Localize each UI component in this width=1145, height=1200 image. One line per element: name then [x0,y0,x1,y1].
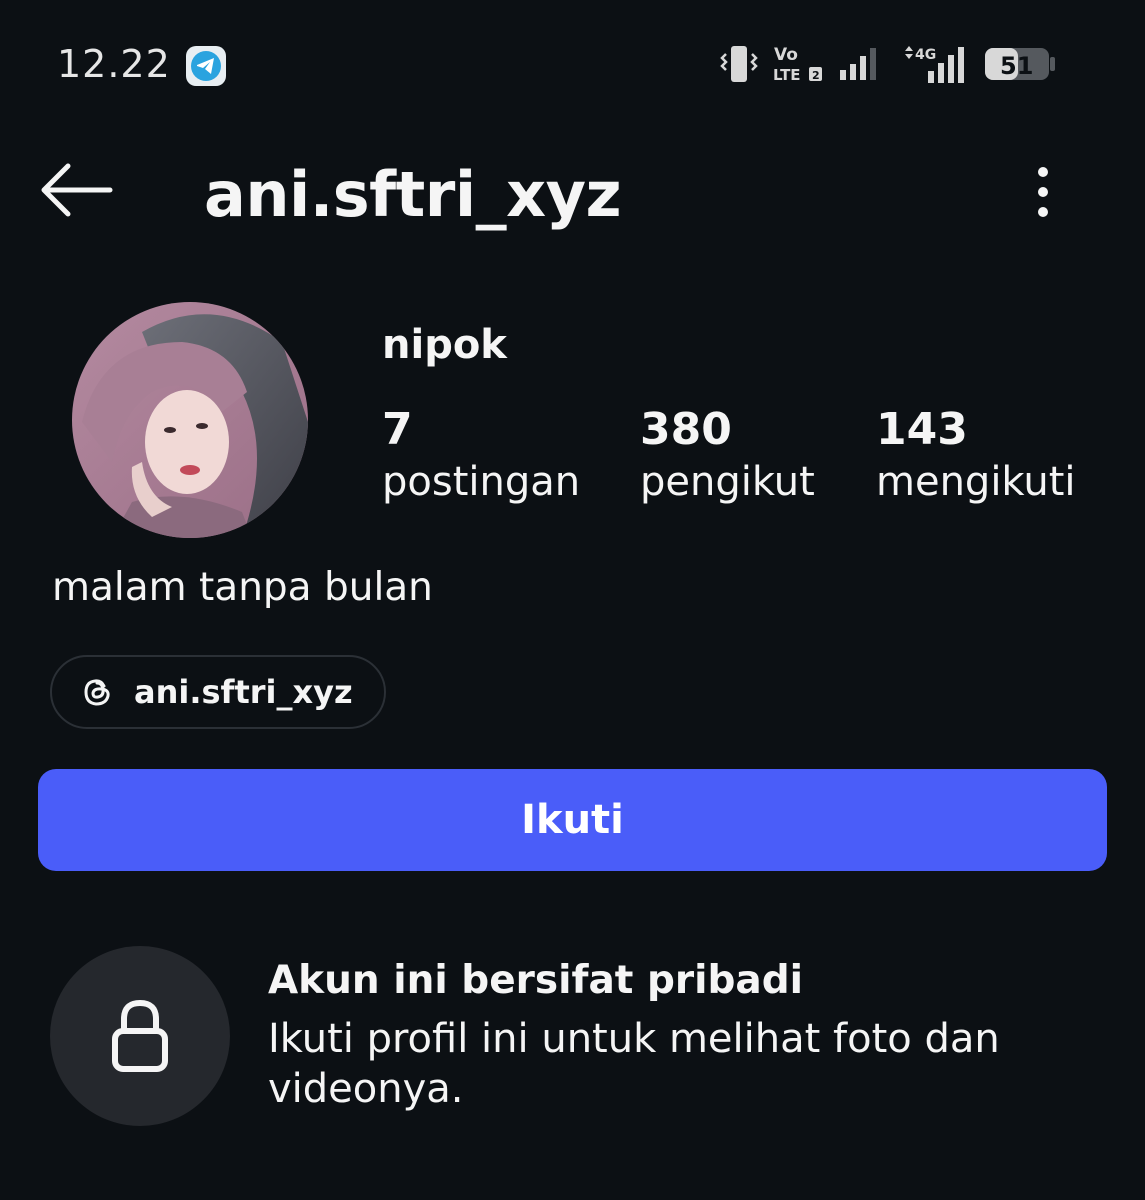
private-account-description: Ikuti profil ini untuk melihat foto dan … [268,1016,1000,1112]
stat-following-label: mengikuti [876,459,1076,505]
profile-bio: malam tanpa bulan [52,565,433,610]
avatar[interactable] [72,302,308,538]
telegram-icon [186,46,226,86]
threads-link-chip[interactable]: ani.sftri_xyz [50,655,386,729]
svg-text:2: 2 [812,69,820,82]
stat-posts-count: 7 [382,404,413,455]
profile-username-title: ani.sftri_xyz [204,158,622,231]
stat-followers-count: 380 [640,404,732,455]
signal-4g-icon: 4G [905,46,964,83]
battery-icon: 51 [985,48,1055,80]
svg-text:51: 51 [1000,52,1033,80]
lock-icon [112,999,168,1072]
svg-text:Vo: Vo [774,45,798,65]
stat-following-count: 143 [876,404,968,455]
status-time: 12.22 [57,42,171,86]
stat-posts-label: postingan [382,459,581,505]
back-arrow-icon[interactable] [38,158,114,222]
signal-icon [840,48,876,80]
system-status-icons: Vo LTE 2 4G 51 [718,42,1056,86]
stat-posts: 7 postingan [382,404,580,505]
threads-icon [84,679,110,706]
stat-following[interactable]: 143 mengikuti [876,404,1076,505]
vibrate-icon [720,46,758,82]
stat-followers[interactable]: 380 pengikut [640,404,815,505]
threads-handle: ani.sftri_xyz [134,673,353,711]
volte-icon: Vo LTE 2 [773,45,822,84]
private-account-lock-badge [50,946,230,1126]
display-name: nipok [382,322,507,368]
more-vertical-icon[interactable] [1022,160,1064,224]
stat-followers-label: pengikut [640,459,815,505]
follow-button[interactable]: Ikuti [38,769,1107,871]
svg-text:LTE: LTE [773,66,801,84]
private-account-title: Akun ini bersifat pribadi [268,958,804,1003]
svg-text:4G: 4G [915,47,936,63]
